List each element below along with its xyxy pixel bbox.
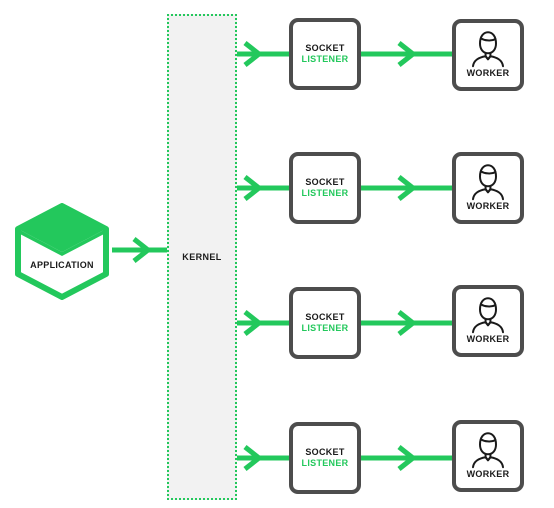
worker-box-1[interactable]: WORKER [452, 19, 524, 91]
worker-label-3: WORKER [466, 334, 510, 344]
socket-line2: LISTENER [301, 54, 349, 64]
socket-listener-label-3: SOCKET LISTENER [293, 312, 357, 335]
connector-kernel-to-socket-2 [237, 175, 291, 201]
person-bust-icon [467, 30, 509, 68]
socket-listener-label-2: SOCKET LISTENER [293, 177, 357, 200]
socket-listener-box-3[interactable]: SOCKET LISTENER [289, 287, 361, 359]
kernel-node[interactable]: KERNEL [167, 14, 237, 500]
person-bust-icon [467, 163, 509, 201]
worker-box-3[interactable]: WORKER [452, 285, 524, 357]
connector-socket-to-worker-2 [361, 175, 454, 201]
worker-label-2: WORKER [466, 201, 510, 211]
socket-line1: SOCKET [305, 42, 345, 53]
socket-listener-label-1: SOCKET LISTENER [293, 43, 357, 66]
socket-line2: LISTENER [301, 188, 349, 198]
socket-listener-box-1[interactable]: SOCKET LISTENER [289, 18, 361, 90]
person-bust-icon [467, 296, 509, 334]
connector-kernel-to-socket-3 [237, 310, 291, 336]
socket-line2: LISTENER [301, 323, 349, 333]
socket-listener-box-2[interactable]: SOCKET LISTENER [289, 152, 361, 224]
worker-label-4: WORKER [466, 469, 510, 479]
connector-kernel-to-socket-4 [237, 445, 291, 471]
connector-socket-to-worker-1 [361, 41, 454, 67]
socket-line1: SOCKET [305, 176, 345, 187]
worker-box-4[interactable]: WORKER [452, 420, 524, 492]
socket-line1: SOCKET [305, 311, 345, 322]
cube-hexagon-icon [15, 203, 109, 300]
connector-socket-to-worker-4 [361, 445, 454, 471]
socket-listener-label-4: SOCKET LISTENER [293, 447, 357, 470]
worker-box-2[interactable]: WORKER [452, 152, 524, 224]
person-bust-icon [467, 431, 509, 469]
worker-label-1: WORKER [466, 68, 510, 78]
diagram-canvas: APPLICATION KERNEL SOCKET LISTENER WORKE… [0, 0, 554, 508]
connector-socket-to-worker-3 [361, 310, 454, 336]
socket-line1: SOCKET [305, 446, 345, 457]
kernel-label: KERNEL [182, 252, 222, 262]
socket-listener-box-4[interactable]: SOCKET LISTENER [289, 422, 361, 494]
socket-line2: LISTENER [301, 458, 349, 468]
application-node[interactable]: APPLICATION [12, 203, 112, 300]
connector-application-to-kernel [112, 237, 170, 263]
connector-kernel-to-socket-1 [237, 41, 291, 67]
